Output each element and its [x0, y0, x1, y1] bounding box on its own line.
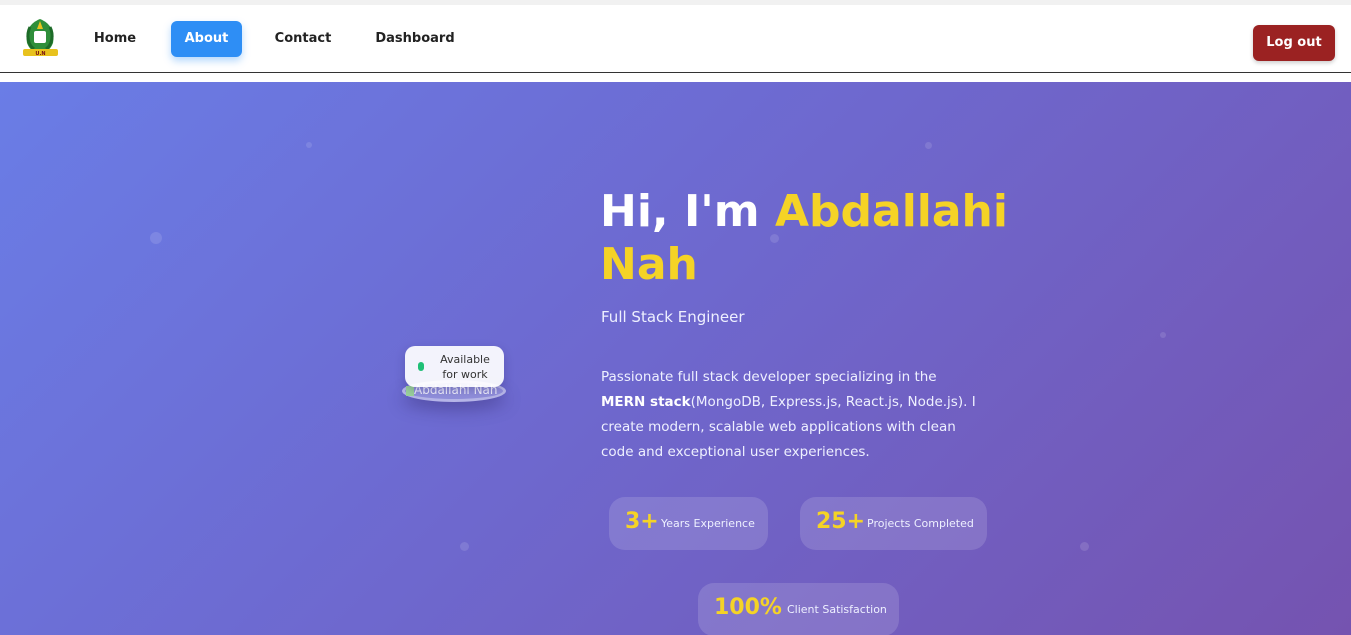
stat-label: Years Experience — [661, 517, 755, 530]
stat-label: Projects Completed — [867, 517, 974, 530]
nav-dashboard-link[interactable]: Dashboard — [370, 21, 460, 57]
stat-number: 3+ — [625, 509, 659, 534]
nav-spacer — [0, 74, 1351, 82]
university-crest-logo[interactable]: U.N — [20, 15, 61, 58]
decorative-dot — [306, 142, 312, 148]
status-dot-icon — [418, 362, 424, 371]
description-intro: Passionate full stack developer speciali… — [601, 369, 937, 385]
navbar: U.N Home About Contact Dashboard Log out — [0, 5, 1351, 73]
availability-badge: Available for work — [405, 346, 504, 387]
hero-title: Hi, I'm Abdallahi Nah — [600, 185, 1020, 291]
stat-number: 25+ — [816, 509, 866, 534]
decorative-dot — [925, 142, 932, 149]
stat-card-experience: 3+ Years Experience — [609, 497, 768, 550]
stat-card-projects: 25+ Projects Completed — [800, 497, 987, 550]
stat-label: Client Satisfaction — [787, 603, 887, 616]
svg-text:U.N: U.N — [35, 51, 45, 57]
nav-home-link[interactable]: Home — [85, 21, 145, 57]
hero-greeting: Hi, I'm — [600, 186, 775, 237]
decorative-dot — [1080, 542, 1089, 551]
hero-section — [0, 82, 1351, 635]
decorative-dot — [460, 542, 469, 551]
broken-image-icon — [406, 385, 414, 396]
stat-number: 100% — [714, 595, 782, 620]
hero-description: Passionate full stack developer speciali… — [601, 365, 981, 465]
decorative-dot — [1160, 332, 1166, 338]
nav-contact-link[interactable]: Contact — [268, 21, 338, 57]
availability-text: Available for work — [440, 353, 490, 381]
logout-button[interactable]: Log out — [1253, 25, 1335, 61]
stat-card-satisfaction: 100% Client Satisfaction — [698, 583, 899, 635]
nav-about-link[interactable]: About — [171, 21, 242, 57]
description-highlight: MERN stack — [601, 394, 691, 410]
hero-role: Full Stack Engineer — [601, 308, 745, 326]
decorative-dot — [150, 232, 162, 244]
